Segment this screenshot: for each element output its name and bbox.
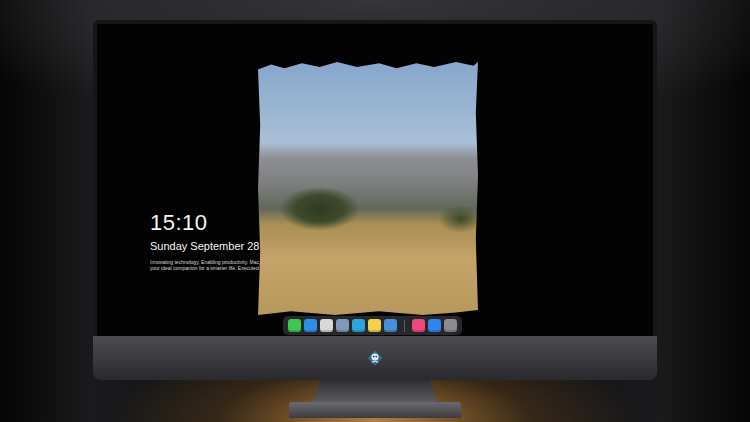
clock-date: Sunday September 28 (150, 239, 260, 253)
page: 15:10 Sunday September 28 Innovating techn… (0, 0, 750, 422)
tagline-line: your ideal companion for a smarter life.… (150, 265, 260, 271)
screen: 15:10 Sunday September 28 Innovating techn… (93, 20, 657, 336)
stand-foot (289, 402, 461, 418)
brand-logo-icon (367, 350, 383, 366)
dock-app-icon[interactable] (412, 319, 425, 332)
lock-clock: 15:10 Sunday September 28 Innovating techn… (150, 210, 260, 271)
dock-app-icon[interactable] (384, 319, 397, 332)
dock-app-icon[interactable] (336, 319, 349, 332)
dock-app-icon[interactable] (444, 319, 457, 332)
tagline-line: Innovating technology, Enabling producti… (150, 259, 260, 265)
dock-app-icon[interactable] (288, 319, 301, 332)
dock-app-icon[interactable] (304, 319, 317, 332)
dock-app-icon[interactable] (352, 319, 365, 332)
stand-neck (313, 380, 437, 402)
monitor: 15:10 Sunday September 28 Innovating techn… (93, 20, 657, 418)
dock (283, 316, 462, 335)
dock-app-icon[interactable] (428, 319, 441, 332)
dock-app-icon[interactable] (320, 319, 333, 332)
dock-divider (404, 320, 405, 332)
dock-app-icon[interactable] (368, 319, 381, 332)
monitor-chin (93, 336, 657, 380)
wallpaper-photo (258, 62, 478, 315)
clock-time: 15:10 (150, 210, 260, 236)
